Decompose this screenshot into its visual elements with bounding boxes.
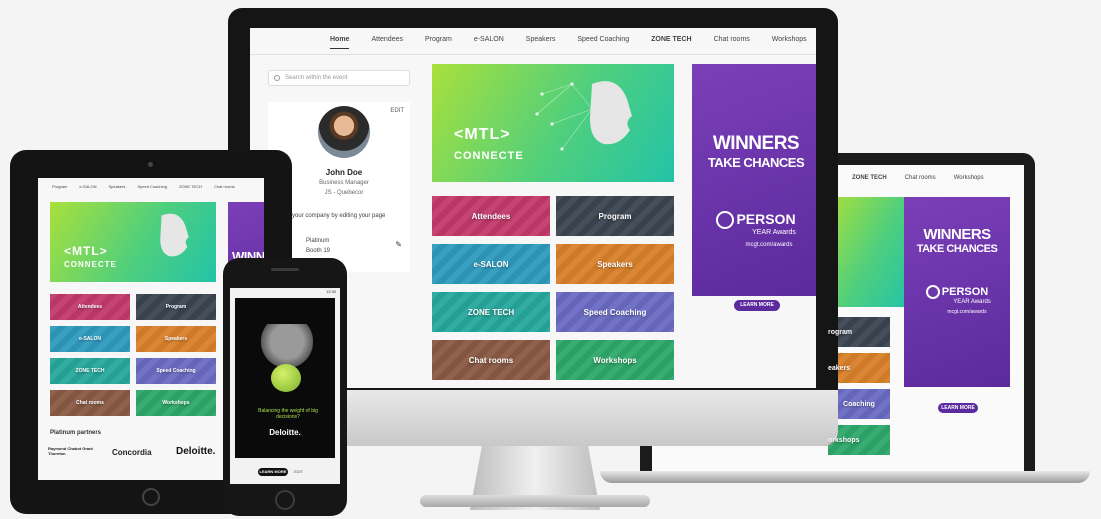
tablet-nav-speakers[interactable]: Speakers (108, 184, 125, 189)
search-icon (274, 75, 280, 81)
laptop-learn-more-button[interactable]: LEARN MORE (938, 403, 978, 413)
search-placeholder: Search within the event (285, 75, 348, 81)
nav-zone-tech[interactable]: ZONE TECH (651, 36, 691, 49)
tablet-nav-speed-coaching[interactable]: Speed Coaching (137, 184, 167, 189)
tablet-tile-workshops[interactable]: Workshops (136, 390, 216, 416)
tablet-hero-banner[interactable]: <MTL> CONNECTE (50, 202, 216, 282)
ad-url: mcgt.com/awards (745, 242, 793, 249)
laptop-hero-banner[interactable] (828, 197, 908, 307)
tile-attendees[interactable]: Attendees (432, 196, 550, 236)
laptop-nav: ZONE TECH Chat rooms Workshops (852, 175, 984, 181)
tablet-tile-chat-rooms[interactable]: Chat rooms (50, 390, 130, 416)
partner-logo-rcgt: Raymond Chabot Grant Thornton (48, 446, 93, 456)
learn-more-button[interactable]: LEARN MORE (734, 300, 780, 311)
profile-booth: Booth 19 (306, 248, 331, 254)
tablet-nav: Program e-SALON Speakers Speed Coaching … (52, 184, 235, 189)
phone-ad-brand: Deloitte. (269, 428, 301, 437)
profile-note: your company by editing your page (292, 213, 386, 219)
hero-title-line-2: CONNECTE (454, 150, 524, 162)
nav-program[interactable]: Program (425, 36, 452, 49)
tablet-hero-title-1: <MTL> (64, 244, 108, 258)
laptop-ad-url: mcgt.com/awards (947, 309, 987, 315)
tablet-tile-speed-coaching[interactable]: Speed Coaching (136, 358, 216, 384)
profile-tier: Platinum (306, 238, 330, 244)
tablet-nav-zone-tech[interactable]: ZONE TECH (179, 184, 202, 189)
tablet-tile-speakers[interactable]: Speakers (136, 326, 216, 352)
partners-title: Platinum partners (50, 430, 102, 436)
ad-brand: PERSON (692, 211, 816, 230)
nav-speed-coaching[interactable]: Speed Coaching (577, 36, 629, 49)
tablet-hero-title-2: CONNECTE (64, 260, 117, 269)
tablet-nav-program[interactable]: Program (52, 184, 67, 189)
laptop-ad-headline-1: WINNERS (923, 226, 991, 243)
hero-title-line-1: <MTL> (454, 126, 511, 143)
ad-banner[interactable]: WINNERS TAKE CHANCES PERSON YEAR Awards … (692, 64, 816, 296)
ad-headline-1: WINNERS (712, 133, 800, 154)
nav-workshops[interactable]: Workshops (772, 36, 807, 49)
nav-home[interactable]: Home (330, 36, 350, 49)
partner-logo-concordia: Concordia (112, 448, 152, 457)
nav-divider (250, 54, 816, 55)
pencil-icon[interactable]: ✎ (395, 240, 402, 249)
ad-logo-icon (716, 211, 735, 230)
nav-chat-rooms[interactable]: Chat rooms (714, 36, 750, 49)
phone-learn-more-button[interactable]: LEARN MORE (258, 468, 288, 476)
tablet-nav-chat-rooms[interactable]: Chat rooms (214, 184, 235, 189)
laptop-nav-workshops[interactable]: Workshops (954, 175, 984, 181)
hero-banner[interactable]: <MTL> CONNECTE (432, 64, 674, 182)
tile-speed-coaching[interactable]: Speed Coaching (556, 292, 674, 332)
phone-edit-link[interactable]: EDIT (294, 469, 303, 474)
nav-esalon[interactable]: e-SALON (474, 36, 504, 49)
tile-workshops[interactable]: Workshops (556, 340, 674, 380)
laptop-ad-banner[interactable]: WINNERS TAKE CHANCES PERSON YEAR Awards … (904, 197, 1010, 387)
nav-speakers[interactable]: Speakers (526, 36, 556, 49)
tablet-home-button[interactable] (142, 488, 160, 506)
tablet-nav-esalon[interactable]: e-SALON (79, 184, 96, 189)
nav-attendees[interactable]: Attendees (371, 36, 403, 49)
laptop-nav-chat-rooms[interactable]: Chat rooms (905, 175, 936, 181)
tablet-face-wireframe-icon (160, 213, 189, 257)
profile-edit-link[interactable]: EDIT (390, 108, 404, 114)
partner-logo-deloitte: Deloitte. (176, 446, 216, 457)
ad-headline-2: TAKE CHANCES (707, 155, 805, 170)
phone-home-button[interactable] (275, 490, 295, 510)
laptop-ad-logo-icon (925, 285, 940, 299)
phone-speaker (271, 268, 299, 271)
phone-ad-caption: Balancing the weight of big decisions? (258, 408, 318, 420)
laptop-base (600, 471, 1090, 483)
laptop-ad-headline-2: TAKE CHANCES (916, 243, 998, 255)
search-box[interactable]: Search within the event (268, 70, 410, 86)
tablet-tile-zone-tech[interactable]: ZONE TECH (50, 358, 130, 384)
laptop-nav-zone-tech[interactable]: ZONE TECH (852, 175, 887, 181)
tile-zone-tech[interactable]: ZONE TECH (432, 292, 550, 332)
tablet-camera-icon (148, 162, 153, 167)
tennis-ball-image (271, 364, 301, 392)
phone-status-bar: 12:30 (325, 289, 336, 294)
tile-chat-rooms[interactable]: Chat rooms (432, 340, 550, 380)
phone-screen: 12:30 Balancing the weight of big decisi… (230, 288, 340, 484)
laptop-ad-brand: PERSON (904, 285, 1010, 299)
tablet-tile-esalon[interactable]: e-SALON (50, 326, 130, 352)
phone: 12:30 Balancing the weight of big decisi… (223, 258, 347, 516)
tile-speakers[interactable]: Speakers (556, 244, 674, 284)
tile-program[interactable]: Program (556, 196, 674, 236)
tile-esalon[interactable]: e-SALON (432, 244, 550, 284)
laptop-ad-brand-sub: YEAR Awards (953, 299, 991, 305)
face-wireframe-icon (535, 81, 632, 151)
ad-brand-sub: YEAR Awards (752, 229, 796, 237)
elephant-image (261, 324, 313, 368)
avatar (318, 106, 370, 158)
desktop-stand-base (420, 495, 650, 507)
phone-ad[interactable]: Balancing the weight of big decisions? D… (235, 298, 335, 458)
desktop-nav: Home Attendees Program e-SALON Speakers … (330, 36, 807, 49)
tablet-tile-attendees[interactable]: Attendees (50, 294, 130, 320)
tablet-tile-program[interactable]: Program (136, 294, 216, 320)
